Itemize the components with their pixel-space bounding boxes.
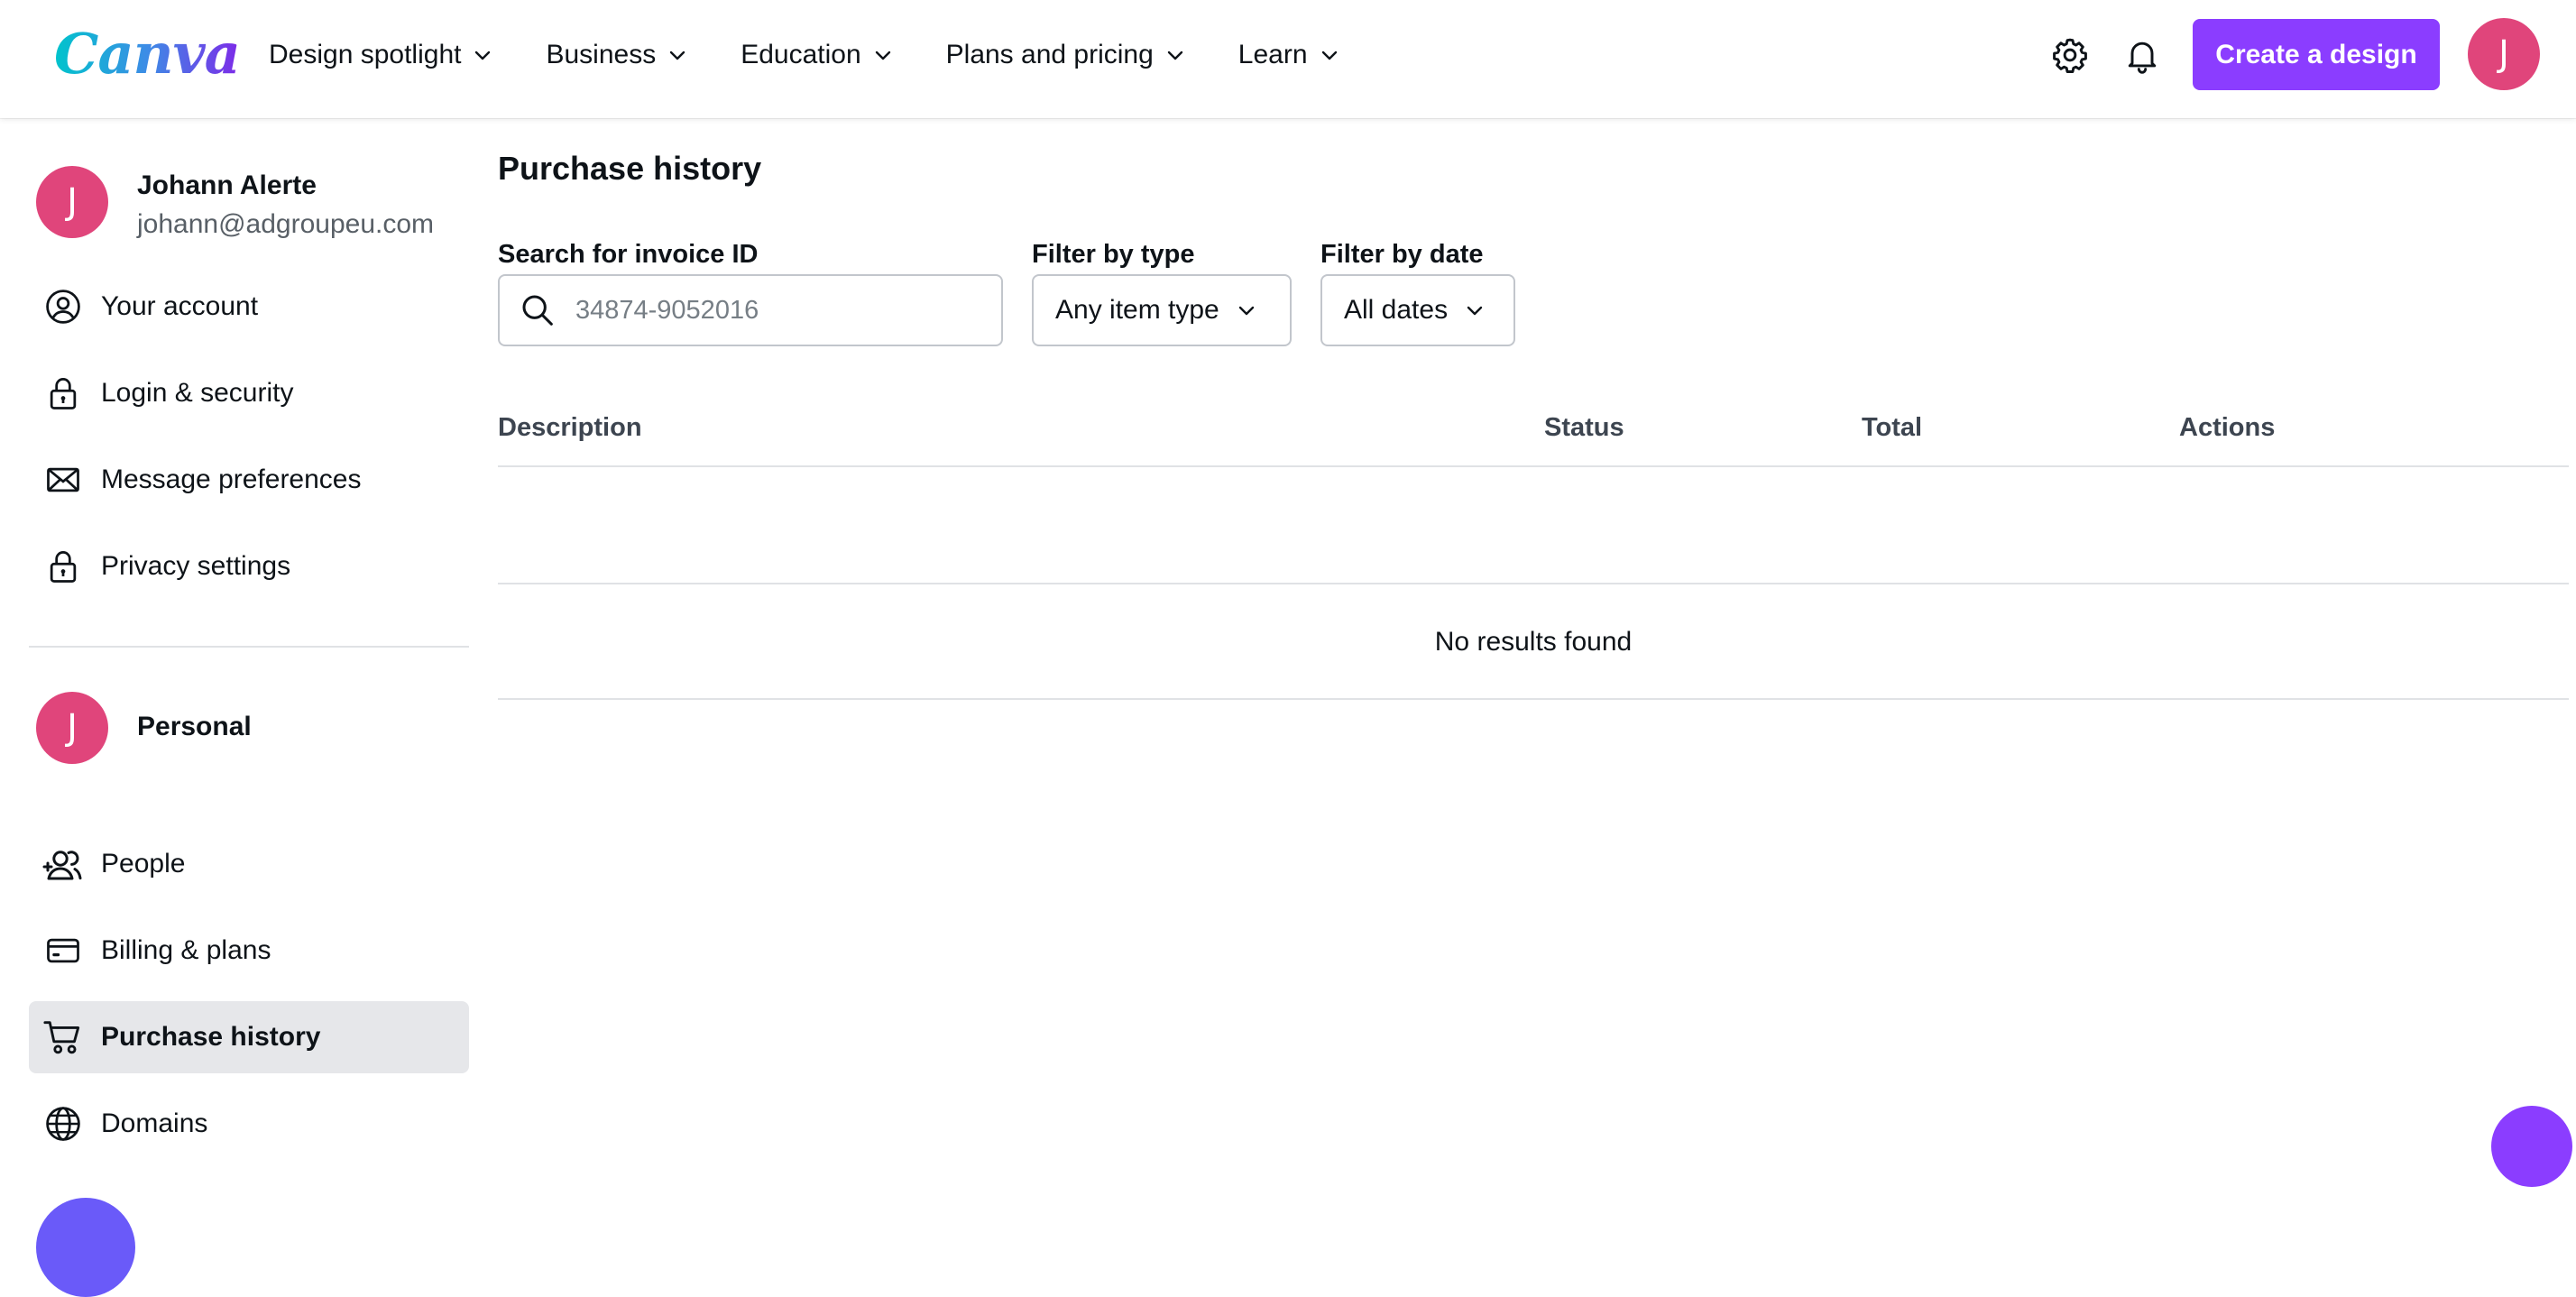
- filter-type-select[interactable]: Any item type: [1032, 274, 1292, 346]
- cart-icon: [41, 1016, 85, 1059]
- nav-business[interactable]: Business: [546, 32, 688, 78]
- selected-value: Any item type: [1055, 295, 1219, 325]
- sidebar-item-login-security[interactable]: Login & security: [29, 357, 469, 429]
- settings-sidebar: J Johann Alerte johann@adgroupeu.com You…: [0, 118, 487, 1297]
- nav-label: Learn: [1237, 40, 1308, 69]
- table-bottom-divider: [498, 698, 2569, 700]
- user-email: johann@adgroupeu.com: [137, 209, 435, 239]
- chevron-down-icon: [1319, 44, 1340, 66]
- user-name: Johann Alerte: [137, 170, 317, 200]
- credit-card-icon: [41, 929, 85, 972]
- user-circle-icon: [41, 285, 85, 328]
- sidebar-item-label: Purchase history: [101, 1022, 321, 1052]
- sidebar-item-label: Billing & plans: [101, 935, 271, 965]
- filter-date-label: Filter by date: [1320, 240, 1484, 269]
- selected-value: All dates: [1344, 295, 1449, 325]
- chevron-down-icon: [1236, 299, 1257, 321]
- sidebar-item-label: Login & security: [101, 378, 294, 408]
- sidebar-divider: [29, 646, 469, 648]
- lock-icon: [41, 372, 85, 415]
- gear-icon[interactable]: [2047, 32, 2093, 78]
- filter-date-select[interactable]: All dates: [1320, 274, 1515, 346]
- top-navigation-bar: Canva Design spotlight Business Educatio…: [0, 0, 2576, 118]
- nav-design-spotlight[interactable]: Design spotlight: [269, 32, 493, 78]
- bell-icon[interactable]: [2120, 32, 2165, 78]
- envelope-icon: [41, 458, 85, 501]
- nav-learn[interactable]: Learn: [1238, 32, 1340, 78]
- nav-label: Design spotlight: [269, 40, 462, 69]
- chevron-down-icon: [872, 44, 894, 66]
- invoice-search-field[interactable]: [498, 274, 1003, 346]
- add-people-icon: [41, 842, 85, 886]
- sidebar-item-label: Privacy settings: [101, 551, 291, 581]
- nav-label: Business: [546, 40, 657, 69]
- search-input[interactable]: [574, 294, 971, 327]
- sidebar-item-people[interactable]: People: [29, 828, 469, 900]
- sidebar-item-your-account[interactable]: Your account: [29, 271, 469, 343]
- sidebar-item-purchase-history[interactable]: Purchase history: [29, 1001, 469, 1073]
- create-design-button[interactable]: Create a design: [2193, 19, 2440, 90]
- chevron-down-icon: [1164, 44, 1186, 66]
- table-header-divider: [498, 465, 2569, 467]
- lock-icon: [41, 545, 85, 588]
- avatar: J: [36, 166, 108, 238]
- sidebar-item-label: Message preferences: [101, 465, 362, 494]
- nav-label: Education: [741, 40, 861, 69]
- chevron-down-icon: [1464, 299, 1486, 321]
- search-icon: [518, 290, 557, 330]
- chevron-down-icon: [667, 44, 688, 66]
- assistant-button[interactable]: [2491, 1106, 2572, 1187]
- avatar: J: [36, 692, 108, 764]
- empty-state-message: No results found: [1434, 627, 1633, 657]
- column-header-actions: Actions: [2179, 413, 2276, 442]
- column-header-total: Total: [1862, 413, 1923, 442]
- column-header-status: Status: [1544, 413, 1624, 442]
- sidebar-item-label: People: [101, 849, 186, 878]
- team-name: Personal: [137, 712, 252, 741]
- filter-type-label: Filter by type: [1032, 240, 1195, 269]
- sidebar-item-privacy-settings[interactable]: Privacy settings: [29, 530, 469, 603]
- avatar[interactable]: J: [2468, 18, 2540, 90]
- nav-plans-and-pricing[interactable]: Plans and pricing: [946, 32, 1186, 78]
- canva-logo[interactable]: Canva: [54, 18, 241, 90]
- search-label: Search for invoice ID: [498, 240, 759, 269]
- column-header-description: Description: [498, 413, 642, 442]
- globe-icon: [41, 1102, 85, 1145]
- sidebar-item-domains[interactable]: Domains: [29, 1088, 469, 1160]
- sidebar-item-label: Domains: [101, 1108, 208, 1138]
- help-button[interactable]: [36, 1198, 135, 1297]
- nav-label: Plans and pricing: [945, 40, 1154, 69]
- nav-education[interactable]: Education: [741, 32, 893, 78]
- chevron-down-icon: [472, 44, 493, 66]
- main-nav: Design spotlight Business Education Plan…: [269, 32, 1393, 78]
- sidebar-item-message-preferences[interactable]: Message preferences: [29, 444, 469, 516]
- sidebar-item-billing-plans[interactable]: Billing & plans: [29, 915, 469, 987]
- sidebar-item-label: Your account: [101, 291, 259, 321]
- page-title: Purchase history: [498, 150, 762, 187]
